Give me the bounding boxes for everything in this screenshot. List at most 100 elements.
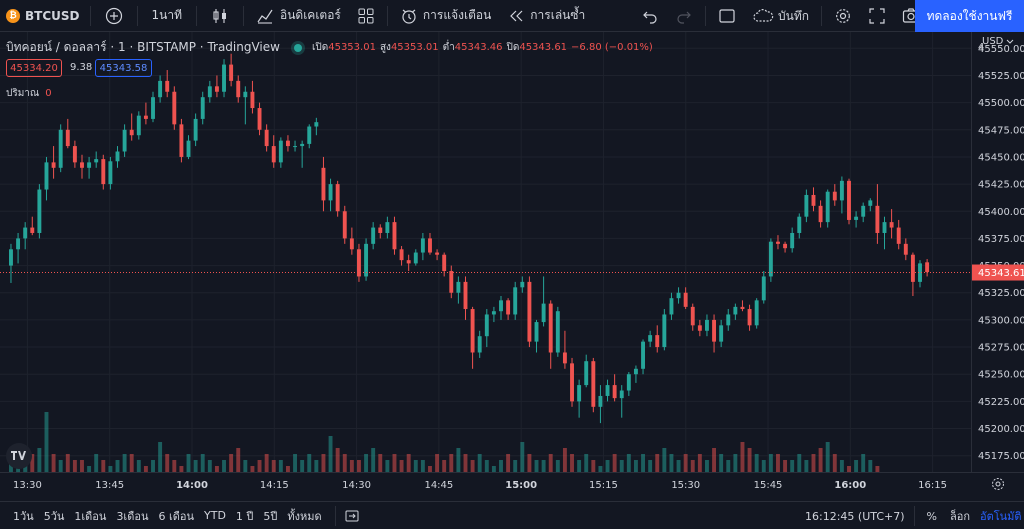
volume-bar bbox=[499, 460, 503, 472]
volume-bar bbox=[612, 454, 617, 472]
candle-body bbox=[371, 227, 376, 244]
candle-body bbox=[442, 254, 447, 272]
candle-body bbox=[136, 115, 141, 136]
volume-bar bbox=[257, 460, 262, 472]
candle-body bbox=[697, 325, 702, 331]
ask-button[interactable]: 45343.58 bbox=[95, 59, 152, 77]
currency-selector[interactable]: USD bbox=[982, 36, 1014, 47]
candle-body bbox=[250, 91, 255, 109]
candle-body bbox=[669, 298, 674, 315]
bid-button[interactable]: 45334.20 bbox=[6, 59, 62, 77]
volume-bar bbox=[719, 454, 724, 472]
percent-toggle[interactable]: % bbox=[919, 510, 945, 523]
candle-body bbox=[910, 254, 915, 282]
volume-bar bbox=[783, 460, 788, 472]
range-buttons: 1วัน 5วัน 1เดือน 3เดือน 6 เดือน YTD 1 ปี 5ปี ทั้… bbox=[0, 507, 327, 525]
volume-bar bbox=[449, 454, 454, 472]
tradingview-logo[interactable] bbox=[6, 443, 32, 469]
volume-bar bbox=[51, 454, 56, 472]
volume-bar bbox=[456, 448, 461, 472]
candle-body bbox=[30, 227, 35, 233]
candle-body bbox=[875, 205, 880, 233]
candle-body bbox=[655, 335, 660, 348]
volume-bar bbox=[293, 454, 297, 472]
volume-bar bbox=[733, 454, 738, 472]
volume-bar bbox=[94, 454, 99, 472]
volume-bar bbox=[570, 454, 574, 472]
candle-body bbox=[420, 238, 425, 253]
time-tick-label: 15:15 bbox=[589, 480, 618, 491]
volume-bar bbox=[463, 454, 468, 472]
candle-body bbox=[513, 287, 518, 315]
candle-body bbox=[925, 262, 930, 273]
time-tick-label: 14:15 bbox=[260, 480, 289, 491]
volume-bar bbox=[633, 460, 638, 472]
volume-bar bbox=[399, 460, 404, 472]
candle-body bbox=[243, 91, 248, 98]
volume-bar bbox=[726, 460, 731, 472]
volume-bar bbox=[584, 454, 589, 472]
volume-legend[interactable]: ปริมาณ 0 bbox=[6, 86, 52, 101]
auto-toggle[interactable]: อัตโนมัติ bbox=[975, 507, 1024, 525]
timezone-clock[interactable]: 16:12:45 (UTC+7) bbox=[800, 510, 910, 523]
range-button[interactable]: 5ปี bbox=[258, 507, 282, 525]
candle-body bbox=[392, 222, 397, 250]
candle-body bbox=[72, 146, 77, 163]
range-button[interactable]: 1 ปี bbox=[231, 507, 258, 525]
volume-bar bbox=[740, 442, 745, 472]
volume-bar bbox=[80, 460, 84, 472]
volume-bar bbox=[641, 454, 645, 472]
candle-body bbox=[868, 200, 873, 206]
open-label: เปิด bbox=[311, 42, 329, 53]
candle-body bbox=[364, 243, 369, 277]
price-chart[interactable]: 45550.0045525.0045500.0045475.0045450.00… bbox=[0, 0, 1024, 472]
candle-body bbox=[484, 314, 489, 337]
candle-body bbox=[712, 319, 717, 342]
volume-bar bbox=[335, 448, 340, 472]
volume-bar bbox=[868, 460, 873, 472]
candle-body bbox=[506, 300, 511, 315]
log-toggle[interactable]: ล็อก bbox=[945, 507, 975, 525]
range-button[interactable]: 5วัน bbox=[39, 507, 70, 525]
range-button[interactable]: 6 เดือน bbox=[153, 507, 199, 525]
volume-bar bbox=[328, 436, 333, 472]
time-tick-label: 13:30 bbox=[13, 480, 42, 491]
candle-body bbox=[726, 314, 731, 326]
candle-body bbox=[811, 194, 816, 206]
volume-bar bbox=[371, 448, 376, 472]
volume-bar bbox=[385, 460, 390, 472]
candle-body bbox=[307, 126, 312, 144]
candle-body bbox=[321, 167, 326, 201]
market-status-dot[interactable] bbox=[293, 43, 302, 52]
volume-bar bbox=[513, 460, 518, 472]
volume-bar bbox=[861, 454, 866, 472]
close-value: 45343.61 bbox=[519, 42, 568, 53]
candle-body bbox=[534, 322, 539, 342]
candle-body bbox=[761, 276, 766, 301]
symbol-title[interactable]: บิทคอยน์ / ดอลลาร์ · 1 · BITSTAMP · Trad… bbox=[6, 38, 280, 57]
range-button[interactable]: YTD bbox=[199, 509, 231, 522]
candle-body bbox=[143, 115, 148, 119]
range-button[interactable]: 1เดือน bbox=[69, 507, 111, 525]
volume-bar bbox=[534, 460, 539, 472]
volume-bar bbox=[832, 454, 837, 472]
goto-date-button[interactable] bbox=[344, 508, 360, 524]
range-button[interactable]: 1วัน bbox=[8, 507, 39, 525]
candle-body bbox=[349, 238, 354, 250]
candle-body bbox=[633, 368, 638, 375]
price-axis-top-partial: 4 bbox=[978, 42, 985, 53]
candle-body bbox=[314, 122, 319, 127]
price-axis-panel[interactable] bbox=[971, 32, 1024, 472]
volume-bar bbox=[662, 448, 667, 472]
range-button[interactable]: ทั้งหมด bbox=[282, 507, 326, 525]
time-tick-label: 15:30 bbox=[671, 480, 700, 491]
candle-body bbox=[23, 227, 28, 239]
candle-body bbox=[676, 292, 681, 299]
volume-bar bbox=[804, 460, 809, 472]
volume-bar bbox=[222, 460, 226, 472]
range-button[interactable]: 3เดือน bbox=[111, 507, 153, 525]
candle-body bbox=[825, 191, 830, 223]
candle-body bbox=[151, 97, 155, 119]
time-tick-label: 15:45 bbox=[754, 480, 783, 491]
axis-settings-button[interactable] bbox=[990, 476, 1006, 496]
